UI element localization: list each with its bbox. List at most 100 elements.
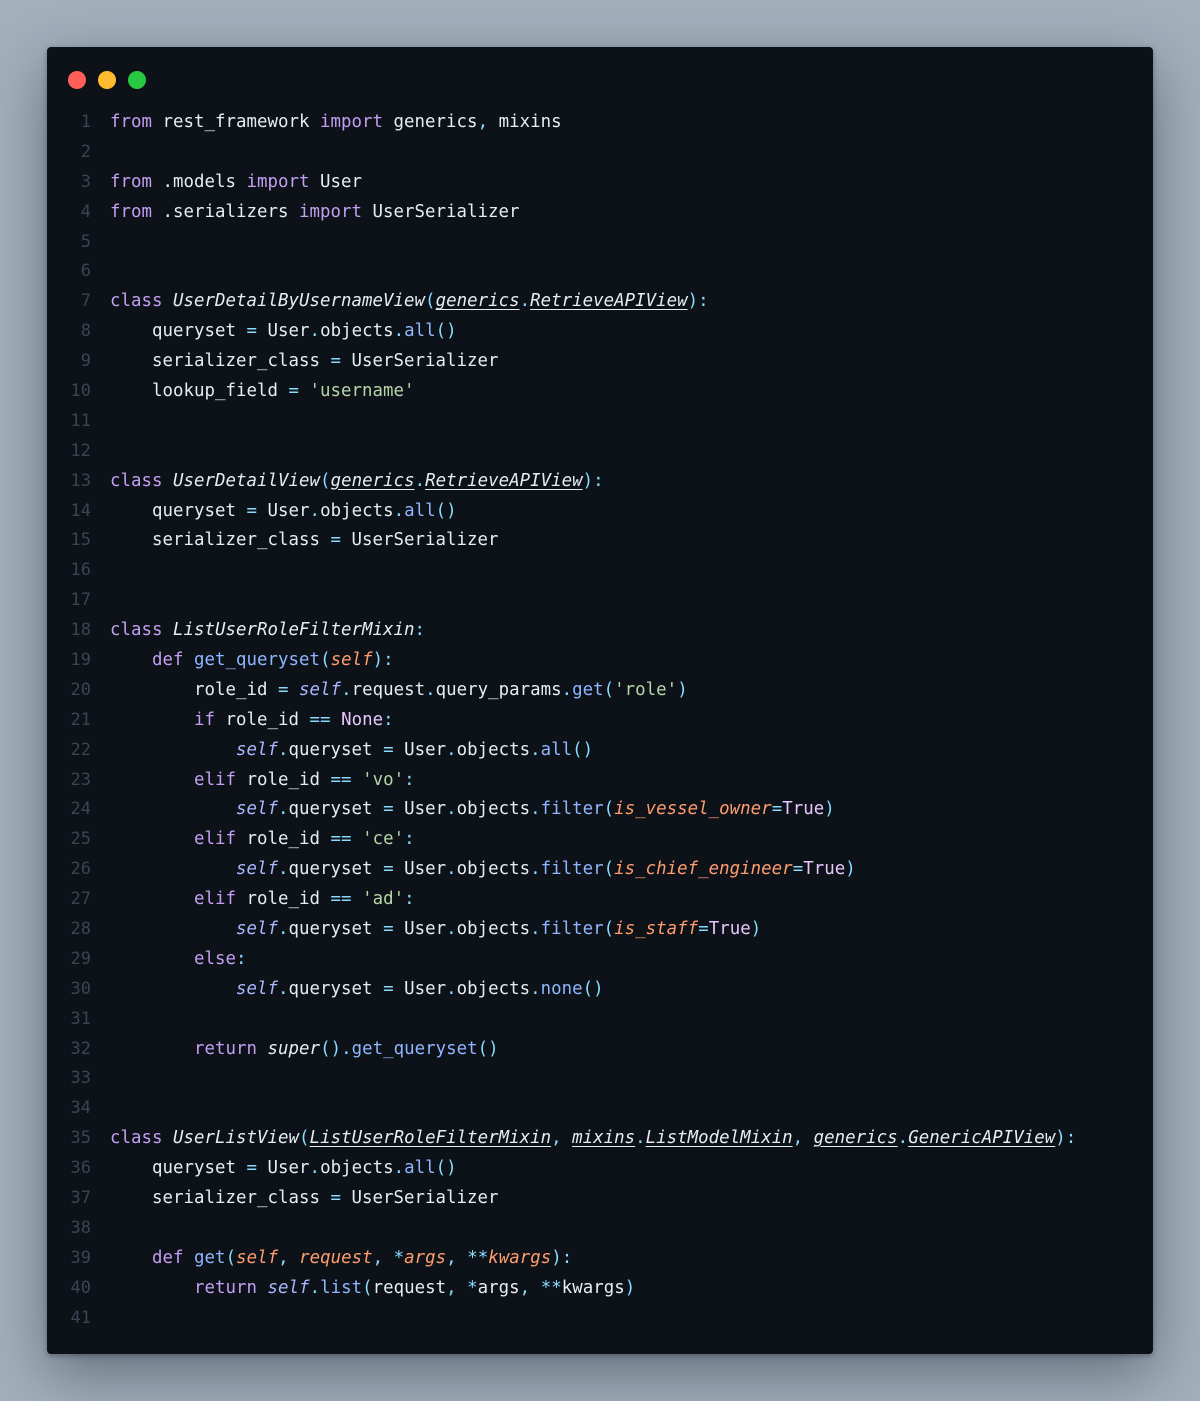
code-token: objects xyxy=(320,321,394,342)
code-token: role_id xyxy=(215,709,310,730)
code-token: = xyxy=(383,799,394,820)
code-token: generics xyxy=(813,1128,898,1149)
code-token: . xyxy=(446,799,457,820)
code-token: kwargs xyxy=(561,1277,625,1298)
line-number: 23 xyxy=(70,769,91,790)
code-token: role_id xyxy=(236,889,331,910)
code-token: . xyxy=(446,978,457,999)
code-token: is_vessel_owner xyxy=(614,799,772,820)
code-token: mixins xyxy=(572,1128,636,1149)
code-token: self xyxy=(236,978,279,999)
code-window: 1 from rest_framework import generics, mi… xyxy=(47,47,1153,1354)
line-code: queryset = User.objects.all() xyxy=(110,1158,457,1178)
code-token: ( xyxy=(299,1128,310,1149)
code-token: , xyxy=(551,1128,573,1149)
code-token: ( xyxy=(362,1277,373,1298)
code-token: get xyxy=(572,679,604,700)
code-token: True xyxy=(782,799,825,820)
code-token: self xyxy=(330,649,373,670)
code-token: none xyxy=(540,978,583,999)
code-token: 'ce' xyxy=(362,829,405,850)
code-token: is_chief_engineer xyxy=(614,859,793,880)
code-line: 32 return super().get_queryset() xyxy=(47,1034,1153,1064)
line-number: 13 xyxy=(70,470,91,491)
minimize-button[interactable] xyxy=(98,71,116,89)
line-number: 30 xyxy=(70,978,91,999)
line-code: serializer_class = UserSerializer xyxy=(110,530,499,550)
code-token: self xyxy=(236,918,279,939)
line-code: from .serializers import UserSerializer xyxy=(110,202,520,222)
code-token: . xyxy=(897,1128,909,1149)
code-token: queryset xyxy=(288,859,384,880)
code-line: 2 xyxy=(47,137,1153,167)
code-token: . xyxy=(635,1128,646,1149)
code-token: . xyxy=(414,470,426,491)
maximize-button[interactable] xyxy=(128,71,146,89)
code-token: ) xyxy=(824,799,835,820)
code-token: . xyxy=(530,859,541,880)
code-token: class xyxy=(110,1128,163,1149)
code-token: ) xyxy=(624,1277,636,1298)
line-number: 33 xyxy=(70,1068,91,1089)
code-token: . xyxy=(530,799,541,820)
line-number: 19 xyxy=(70,649,91,670)
code-token: : xyxy=(414,620,426,641)
code-token: User xyxy=(257,321,310,342)
code-token: ListUserRoleFilterMixin xyxy=(309,1128,552,1149)
line-code: else: xyxy=(110,949,247,969)
code-line: 18 class ListUserRoleFilterMixin: xyxy=(47,615,1153,645)
line-number: 38 xyxy=(70,1217,91,1238)
code-line: 28 self.queryset = User.objects.filter(i… xyxy=(47,914,1153,944)
line-code: class ListUserRoleFilterMixin: xyxy=(110,620,425,640)
code-token: ): xyxy=(582,470,604,491)
code-token: request xyxy=(299,1247,373,1268)
code-line: 29 else: xyxy=(47,944,1153,974)
code-token: () xyxy=(582,978,604,999)
code-line: 20 role_id = self.request.query_params.g… xyxy=(47,675,1153,705)
code-token: UserSerializer xyxy=(362,201,520,222)
line-number: 22 xyxy=(70,739,91,760)
code-token: UserListView xyxy=(173,1128,300,1149)
code-token: . xyxy=(446,739,457,760)
code-token: elif xyxy=(194,829,237,850)
code-line: 1 from rest_framework import generics, mi… xyxy=(47,107,1153,137)
code-line: 4 from .serializers import UserSerializer xyxy=(47,197,1153,227)
line-number: 14 xyxy=(70,500,91,521)
code-token: : xyxy=(236,948,247,969)
code-token: == xyxy=(330,769,352,790)
close-button[interactable] xyxy=(68,71,86,89)
code-line: 14 queryset = User.objects.all() xyxy=(47,496,1153,526)
code-line: 15 serializer_class = UserSerializer xyxy=(47,525,1153,555)
code-line: 12 xyxy=(47,436,1153,466)
code-editor[interactable]: 1 from rest_framework import generics, mi… xyxy=(47,107,1153,1333)
line-number: 37 xyxy=(70,1188,91,1208)
code-token: ** xyxy=(540,1277,562,1298)
line-number: 36 xyxy=(70,1158,91,1179)
code-token: == xyxy=(309,709,331,730)
line-code: serializer_class = UserSerializer xyxy=(110,351,499,371)
code-token: generics xyxy=(330,470,415,491)
code-token: elif xyxy=(194,889,237,910)
code-token: () xyxy=(435,1158,457,1179)
code-token: self xyxy=(236,799,279,820)
line-number: 12 xyxy=(70,440,91,461)
code-token: GenericAPIView xyxy=(908,1128,1056,1149)
code-token: self xyxy=(236,859,279,880)
code-token: , xyxy=(519,1277,541,1298)
code-token: : xyxy=(383,709,394,730)
code-token: role_id xyxy=(236,769,331,790)
code-token: (). xyxy=(320,1038,352,1059)
code-token: , xyxy=(792,1128,814,1149)
code-token: = xyxy=(246,500,258,521)
code-token: all xyxy=(540,739,573,760)
code-token: ): xyxy=(551,1247,573,1268)
code-line: 11 xyxy=(47,406,1153,436)
code-token: . xyxy=(393,321,405,342)
code-token: , xyxy=(477,111,489,132)
line-number: 28 xyxy=(70,918,91,939)
